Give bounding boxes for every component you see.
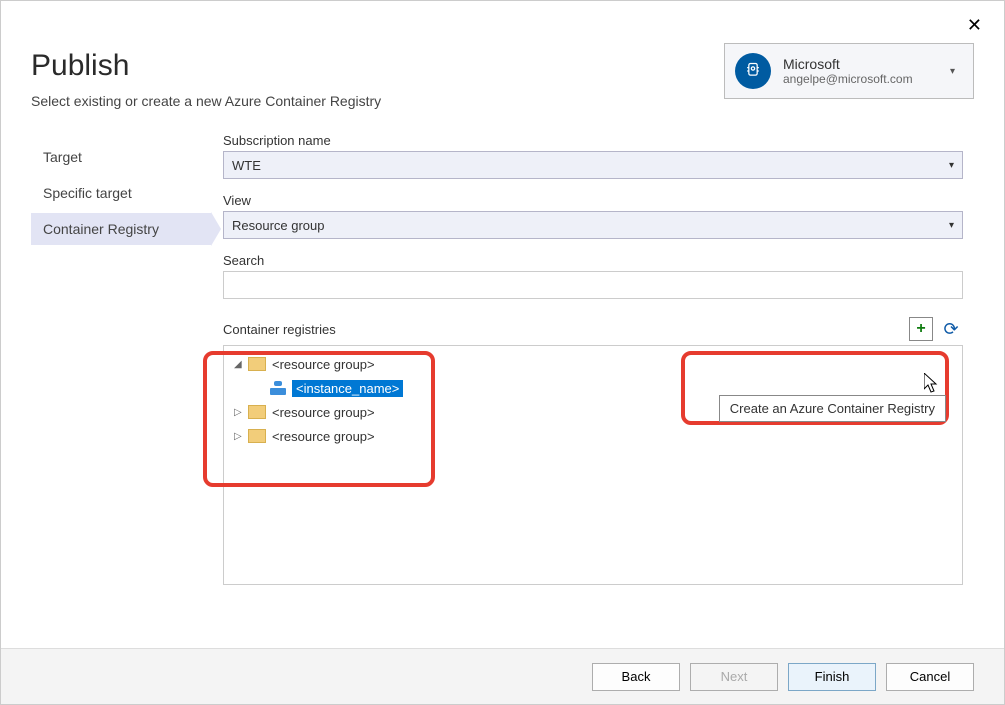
account-name: Microsoft (783, 56, 950, 72)
tree-node-collapsed[interactable]: ▷ <resource group> (228, 424, 958, 448)
wizard-steps: Target Specific target Container Registr… (31, 131, 211, 585)
refresh-button[interactable]: ⟳ (939, 317, 963, 341)
chevron-down-icon: ▾ (949, 160, 954, 171)
container-registry-icon (270, 381, 286, 395)
form-area: Subscription name WTE ▾ View Resource gr… (223, 131, 974, 585)
tree-node-expanded[interactable]: ◢ <resource group> (228, 352, 958, 376)
node-label: <resource group> (272, 357, 375, 372)
tree-label: Container registries (223, 322, 336, 337)
subscription-dropdown[interactable]: WTE ▾ (223, 151, 963, 179)
account-email: angelpe@microsoft.com (783, 72, 950, 86)
account-selector[interactable]: Microsoft angelpe@microsoft.com ▾ (724, 43, 974, 99)
back-button[interactable]: Back (592, 663, 680, 691)
registry-tree[interactable]: ◢ <resource group> <instance_name> ▷ <re… (223, 345, 963, 585)
search-input[interactable] (223, 271, 963, 299)
view-label: View (223, 193, 974, 208)
expander-closed-icon[interactable]: ▷ (234, 407, 248, 418)
plus-icon: + (916, 320, 925, 338)
node-label: <resource group> (272, 405, 375, 420)
subscription-value: WTE (232, 158, 261, 173)
finish-button[interactable]: Finish (788, 663, 876, 691)
view-dropdown[interactable]: Resource group ▾ (223, 211, 963, 239)
add-registry-button[interactable]: + (909, 317, 933, 341)
account-avatar-icon (735, 53, 771, 89)
subscription-label: Subscription name (223, 133, 974, 148)
expander-closed-icon[interactable]: ▷ (234, 431, 248, 442)
search-label: Search (223, 253, 974, 268)
add-registry-tooltip: Create an Azure Container Registry (719, 395, 946, 422)
cancel-button[interactable]: Cancel (886, 663, 974, 691)
step-specific-target[interactable]: Specific target (31, 177, 211, 209)
folder-icon (248, 429, 266, 443)
dialog-footer: Back Next Finish Cancel (1, 648, 1004, 704)
refresh-icon: ⟳ (943, 319, 958, 340)
close-icon[interactable]: ✕ (967, 15, 982, 36)
step-container-registry[interactable]: Container Registry (31, 213, 211, 245)
node-label: <resource group> (272, 429, 375, 444)
view-value: Resource group (232, 218, 325, 233)
chevron-down-icon: ▾ (949, 220, 954, 231)
child-label: <instance_name> (292, 380, 403, 397)
step-target[interactable]: Target (31, 141, 211, 173)
expander-open-icon[interactable]: ◢ (234, 359, 248, 370)
next-button: Next (690, 663, 778, 691)
folder-icon (248, 405, 266, 419)
chevron-down-icon: ▾ (950, 66, 955, 77)
folder-icon (248, 357, 266, 371)
